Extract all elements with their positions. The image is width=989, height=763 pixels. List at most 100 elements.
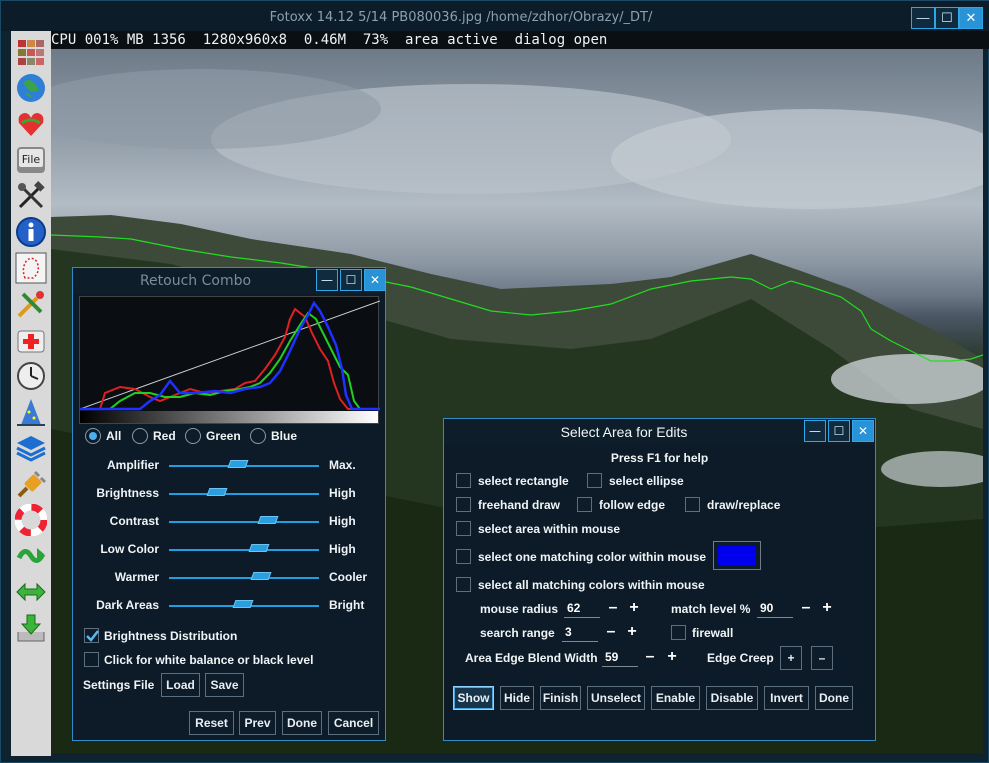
draw-replace-checkbox[interactable] — [685, 497, 700, 512]
hide-button[interactable]: Hide — [500, 686, 534, 710]
mouse-radius-increment[interactable]: + — [627, 600, 641, 617]
save-button[interactable]: Save — [205, 673, 244, 697]
select-area-minimize-button[interactable]: — — [804, 420, 826, 442]
minimize-button[interactable]: — — [911, 7, 935, 29]
channel-green-radio[interactable] — [185, 428, 201, 444]
gallery-icon[interactable] — [13, 35, 49, 69]
draw-replace-label: draw/replace — [707, 498, 781, 512]
load-button[interactable]: Load — [161, 673, 200, 697]
disable-button[interactable]: Disable — [706, 686, 758, 710]
info-icon[interactable] — [13, 215, 49, 249]
help-icon[interactable] — [13, 503, 49, 537]
within-mouse-checkbox[interactable] — [456, 521, 471, 536]
slider-label: Amplifier — [106, 458, 159, 472]
slider-label: Low Color — [100, 542, 159, 556]
channel-red-radio[interactable] — [132, 428, 148, 444]
retouch-title-bar[interactable]: Retouch Combo — ☐ ✕ — [73, 268, 386, 294]
blend-width-decrement[interactable]: – — [643, 649, 657, 666]
retouch-minimize-button[interactable]: — — [316, 269, 338, 291]
retouch-close-button[interactable]: ✕ — [364, 269, 386, 291]
edge-creep-increase-button[interactable]: + — [780, 646, 802, 670]
favorites-icon[interactable] — [13, 107, 49, 141]
slider-track[interactable] — [169, 521, 319, 523]
close-button[interactable]: ✕ — [959, 7, 983, 29]
clock-icon[interactable] — [13, 359, 49, 393]
firewall-label: firewall — [692, 626, 734, 640]
adjust-slider[interactable] — [169, 460, 319, 469]
brightness-distribution-checkbox[interactable] — [84, 628, 99, 643]
select-area-title-bar[interactable]: Select Area for Edits — ☐ ✕ — [444, 419, 875, 445]
select-ellipse-checkbox[interactable] — [587, 473, 602, 488]
freehand-draw-checkbox[interactable] — [456, 497, 471, 512]
repair-icon[interactable] — [13, 323, 49, 357]
match-level-decrement[interactable]: – — [799, 600, 813, 617]
one-color-checkbox[interactable] — [456, 549, 471, 564]
edge-creep-decrease-button[interactable]: – — [811, 646, 833, 670]
adjust-slider[interactable] — [169, 516, 319, 525]
slider-thumb[interactable] — [257, 516, 279, 524]
adjust-slider[interactable] — [169, 572, 319, 581]
file-icon[interactable]: File — [13, 143, 49, 177]
prev-next-icon[interactable] — [13, 575, 49, 609]
select-area-close-button[interactable]: ✕ — [852, 420, 874, 442]
slider-thumb[interactable] — [248, 544, 270, 552]
channel-blue-radio[interactable] — [250, 428, 266, 444]
adjust-slider[interactable] — [169, 600, 319, 609]
edit-icon[interactable] — [13, 287, 49, 321]
save-icon[interactable] — [13, 611, 49, 645]
finish-button[interactable]: Finish — [540, 686, 581, 710]
invert-button[interactable]: Invert — [764, 686, 809, 710]
channel-all-radio[interactable] — [85, 428, 101, 444]
search-range-increment[interactable]: + — [625, 624, 639, 641]
maximize-button[interactable]: ☐ — [935, 7, 959, 29]
all-colors-checkbox[interactable] — [456, 577, 471, 592]
cancel-button[interactable]: Cancel — [328, 711, 379, 735]
title-bar[interactable]: Fotoxx 14.12 5/14 PB080036.jpg /home/zdh… — [1, 1, 989, 31]
channel-green-label: Green — [206, 429, 241, 443]
slider-thumb[interactable] — [227, 460, 249, 468]
slider-track[interactable] — [169, 577, 319, 579]
wizard-icon[interactable] — [13, 395, 49, 429]
slider-track[interactable] — [169, 493, 319, 495]
retouch-done-button[interactable]: Done — [282, 711, 322, 735]
match-color-swatch[interactable] — [713, 541, 761, 570]
adjust-slider[interactable] — [169, 544, 319, 553]
search-range-input[interactable]: 3 — [562, 624, 598, 642]
match-level-input[interactable]: 90 — [757, 600, 793, 618]
settings-file-label: Settings File — [83, 678, 155, 692]
undo-redo-icon[interactable] — [13, 539, 49, 573]
done-button[interactable]: Done — [815, 686, 853, 710]
firewall-checkbox[interactable] — [671, 625, 686, 640]
select-area-icon[interactable] — [13, 251, 49, 285]
help-hint: Press F1 for help — [610, 451, 709, 465]
enable-button[interactable]: Enable — [651, 686, 700, 710]
blend-width-increment[interactable]: + — [665, 649, 679, 666]
prev-button[interactable]: Prev — [239, 711, 276, 735]
unselect-button[interactable]: Unselect — [587, 686, 645, 710]
slider-label: Dark Areas — [96, 598, 159, 612]
match-level-increment[interactable]: + — [820, 600, 834, 617]
tools-icon[interactable] — [13, 179, 49, 213]
retouch-maximize-button[interactable]: ☐ — [340, 269, 362, 291]
layers-icon[interactable] — [13, 431, 49, 465]
select-ellipse-label: select ellipse — [609, 474, 684, 488]
search-range-decrement[interactable]: – — [604, 624, 618, 641]
mouse-radius-decrement[interactable]: – — [606, 600, 620, 617]
plugin-icon[interactable] — [13, 467, 49, 501]
adjust-slider[interactable] — [169, 488, 319, 497]
slider-thumb[interactable] — [232, 600, 253, 608]
select-area-maximize-button[interactable]: ☐ — [828, 420, 850, 442]
globe-icon[interactable] — [13, 71, 49, 105]
blend-width-input[interactable]: 59 — [602, 649, 638, 667]
mouse-radius-input[interactable]: 62 — [564, 600, 600, 618]
follow-edge-checkbox[interactable] — [577, 497, 592, 512]
reset-button[interactable]: Reset — [189, 711, 234, 735]
select-area-title: Select Area for Edits — [560, 424, 688, 440]
slider-thumb[interactable] — [250, 572, 271, 580]
white-balance-checkbox[interactable] — [84, 652, 99, 667]
show-button[interactable]: Show — [453, 686, 494, 710]
select-rectangle-checkbox[interactable] — [456, 473, 471, 488]
histogram[interactable] — [79, 296, 381, 424]
slider-thumb[interactable] — [206, 488, 228, 496]
slider-track[interactable] — [169, 549, 319, 551]
